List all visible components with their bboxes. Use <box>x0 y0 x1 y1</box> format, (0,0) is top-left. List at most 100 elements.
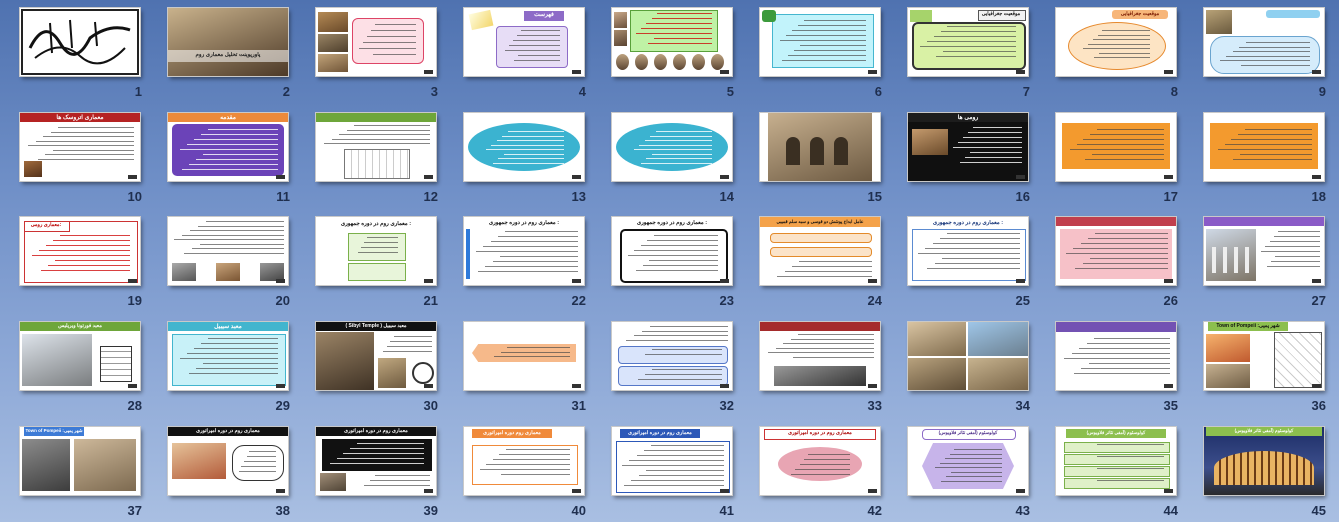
slide-thumbnail[interactable] <box>611 7 733 77</box>
text-line <box>942 258 1020 260</box>
text-line <box>1096 444 1164 446</box>
slide-thumbnail[interactable] <box>315 7 437 77</box>
slide-thumbnail[interactable]: معماری رومی: <box>19 216 141 286</box>
text-line <box>1099 52 1150 54</box>
slide-thumbnail[interactable]: معماری اتروسک ها <box>19 112 141 182</box>
slide-thumbnail[interactable]: معماری روم در دوره جمهوری : <box>611 216 733 286</box>
list-box <box>496 26 568 68</box>
slide-thumbnail[interactable] <box>907 321 1029 391</box>
slide-thumbnail[interactable]: Town of Pompeii :شهر پمپی <box>1203 321 1325 391</box>
slide-thumbnail[interactable]: معبد سیبیل <box>167 321 289 391</box>
text-line <box>507 347 570 349</box>
text-line <box>1075 268 1168 270</box>
slide-thumbnail[interactable]: کولوسئوم (آمفی تئاتر فلاویوس) <box>907 426 1029 496</box>
footer-mark <box>1164 279 1173 283</box>
slide-thumbnail[interactable]: معماری روم در دوره جمهوری : <box>315 216 437 286</box>
text-line <box>944 458 1002 460</box>
slide-thumbnail[interactable]: معماری روم دوره امپراتوری <box>463 426 585 496</box>
text-line <box>963 137 1022 139</box>
slide-photo <box>1206 10 1232 34</box>
slide-thumbnail[interactable]: مقدمه <box>167 112 289 182</box>
text-line <box>1064 358 1170 360</box>
slide-title: کولوسئوم (آمفی تئاتر فلاویوس) <box>1234 428 1294 433</box>
text-line <box>1238 134 1312 136</box>
slide-thumbnail[interactable]: معماری روم در دوره جمهوری : <box>463 216 585 286</box>
slide-thumbnail[interactable] <box>759 321 881 391</box>
text-line <box>490 241 578 243</box>
slide-thumbnail[interactable] <box>315 112 437 182</box>
text-line <box>933 36 1016 38</box>
slide-title: معماری روم در دوره امپراتوری <box>788 430 852 436</box>
text-line <box>954 449 1002 451</box>
slide-thumbnail[interactable]: معماری روم در دوره امپراتوری <box>315 426 437 496</box>
text-line <box>499 454 570 456</box>
slide-thumbnail[interactable] <box>611 112 733 182</box>
slide-thumbnail[interactable] <box>1055 112 1177 182</box>
text-line <box>1089 363 1170 365</box>
column <box>1212 247 1216 273</box>
text-line <box>939 238 1020 240</box>
text-line <box>1096 468 1164 470</box>
slide-thumbnail[interactable] <box>19 7 141 77</box>
text-line <box>187 353 278 355</box>
text-line <box>371 30 416 32</box>
slide-thumbnail[interactable]: رومی ها <box>907 112 1029 182</box>
slide-thumbnail[interactable]: معماری روم در دوره امپراتوری <box>759 426 881 496</box>
text-line <box>1269 241 1320 243</box>
text-line <box>647 240 718 242</box>
text-line <box>500 351 570 353</box>
slide-thumbnail[interactable]: کولوسئوم (آمفی تئاتر فلاویوس) <box>1055 426 1177 496</box>
slide-thumbnail[interactable]: معماری روم در دوره جمهوری : <box>907 216 1029 286</box>
footer-mark <box>1312 384 1321 388</box>
text-line <box>394 336 432 338</box>
slide-thumbnail[interactable] <box>463 321 585 391</box>
text-line <box>1266 266 1320 268</box>
slide-thumbnail[interactable]: عامل ابداع پوشش دو قوسی و سبه سلم قمیبی <box>759 216 881 286</box>
text-line <box>1073 248 1168 250</box>
footer-mark <box>424 489 433 493</box>
slide-thumbnail[interactable] <box>1203 216 1325 286</box>
slide-thumbnail[interactable]: فهرست <box>463 7 585 77</box>
slide-thumbnail[interactable] <box>1203 112 1325 182</box>
slide-thumbnail[interactable] <box>463 112 585 182</box>
text-line <box>1083 139 1164 141</box>
slide-thumbnail[interactable] <box>1203 7 1325 77</box>
slide-number: 36 <box>1311 398 1326 413</box>
footer-mark <box>572 279 581 283</box>
text-box <box>630 10 718 52</box>
text-line <box>652 369 722 371</box>
slide-thumbnail[interactable] <box>1055 216 1177 286</box>
slide-thumbnail[interactable]: Town of Pompeii :شهر پمپی <box>19 426 141 496</box>
slide-thumbnail[interactable]: معبد فورتونا ویریلیس <box>19 321 141 391</box>
portrait <box>635 54 648 70</box>
footer-mark <box>424 384 433 388</box>
text-line <box>940 462 1002 464</box>
text-line <box>781 60 866 62</box>
text-line <box>1081 368 1170 370</box>
slide-thumbnail[interactable]: معماری روم در دوره امپراتوری <box>611 426 733 496</box>
text-line <box>640 245 718 247</box>
slide-thumbnail[interactable]: کولوسئوم (آمفی تئاتر فلاویوس) <box>1203 426 1325 496</box>
slide-thumbnail[interactable] <box>1055 321 1177 391</box>
slide-thumbnail[interactable]: پاورپوینت تحلیل معماری روم <box>167 7 289 77</box>
footer-mark <box>1312 175 1321 179</box>
slide-thumbnail[interactable] <box>611 321 733 391</box>
slide-number: 35 <box>1163 398 1178 413</box>
slide-thumbnail[interactable] <box>759 112 881 182</box>
slide-thumbnail[interactable]: موقعیت جغرافیایی <box>907 7 1029 77</box>
footer-mark <box>1016 279 1025 283</box>
text-line <box>197 225 284 227</box>
text-line <box>1265 246 1320 248</box>
slide-thumbnail[interactable] <box>759 7 881 77</box>
text-line <box>189 230 284 232</box>
text-line <box>775 347 874 349</box>
slide-title: عامل ابداع پوشش دو قوسی و سبه سلم قمیبی <box>776 219 864 224</box>
slide-thumbnail[interactable]: موقعیت جغرافیایی <box>1055 7 1177 77</box>
slide-thumbnail[interactable] <box>167 216 289 286</box>
footer-mark <box>868 70 877 74</box>
text-line <box>518 55 560 57</box>
slide-number: 40 <box>571 503 586 518</box>
slide-thumbnail[interactable]: ( Sibyl Temple ) معبد سیبیل <box>315 321 437 391</box>
slide-thumbnail[interactable]: معماری روم در دوره امپراتوری <box>167 426 289 496</box>
slide-title: معماری روم دوره امپراتوری <box>483 430 541 436</box>
